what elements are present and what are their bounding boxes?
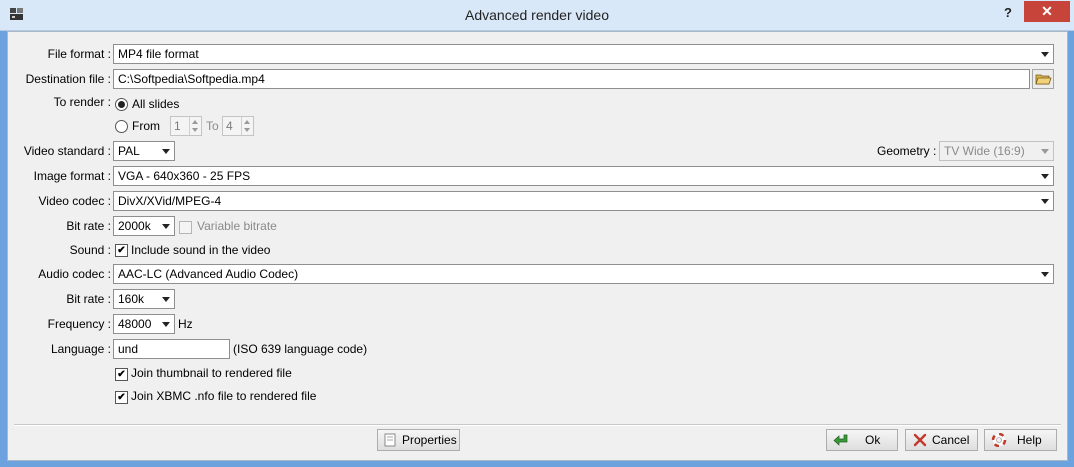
audio-bitrate-value: 160k (118, 292, 145, 306)
audio-codec-select[interactable]: AAC-LC (Advanced Audio Codec) (113, 264, 1054, 284)
ok-arrow-icon (833, 434, 848, 446)
video-standard-label: Video standard : (23, 144, 111, 158)
file-format-select[interactable]: MP4 file format (113, 44, 1054, 64)
frequency-unit: Hz (178, 317, 193, 331)
join-xbmc-label: Join XBMC .nfo file to rendered file (131, 389, 317, 403)
destination-label: Destination file : (25, 72, 111, 86)
cancel-label: Cancel (932, 433, 970, 447)
help-label: Help (1017, 433, 1042, 447)
chevron-down-icon (162, 297, 170, 302)
join-thumbnail-checkbox[interactable]: ✔ (115, 368, 128, 381)
join-xbmc-checkbox[interactable]: ✔ (115, 391, 128, 404)
variable-bitrate-checkbox[interactable] (179, 221, 192, 234)
video-codec-label: Video codec : (38, 194, 112, 208)
frequency-value: 48000 (118, 317, 152, 331)
video-codec-value: DivX/XVid/MPEG-4 (118, 194, 222, 208)
language-label: Language : (50, 342, 111, 356)
dialog-body: File format : MP4 file format Destinatio… (7, 31, 1068, 461)
ok-button[interactable]: Ok (826, 429, 898, 451)
include-sound-label: Include sound in the video (131, 243, 271, 257)
audio-codec-value: AAC-LC (Advanced Audio Codec) (118, 267, 299, 281)
to-render-label: To render : (53, 95, 111, 109)
to-spinner[interactable]: 4 (222, 116, 254, 136)
cancel-x-icon (913, 433, 927, 447)
image-format-value: VGA - 640x360 - 25 FPS (118, 169, 251, 183)
folder-open-icon (1035, 74, 1052, 85)
help-title-button[interactable]: ? (1000, 5, 1016, 23)
video-codec-select[interactable]: DivX/XVid/MPEG-4 (113, 191, 1054, 211)
frequency-label: Frequency : (47, 317, 111, 331)
geometry-value: TV Wide (16:9) (944, 144, 1025, 158)
to-label: To (206, 119, 219, 133)
video-bitrate-select[interactable]: 2000k (113, 216, 175, 236)
from-spinner-value: 1 (174, 119, 181, 133)
chevron-down-icon (1041, 149, 1049, 154)
all-slides-label: All slides (132, 97, 180, 111)
geometry-label: Geometry : (877, 144, 937, 158)
chevron-down-icon (1041, 272, 1049, 277)
image-format-select[interactable]: VGA - 640x360 - 25 FPS (113, 166, 1054, 186)
close-button[interactable]: ✕ (1024, 1, 1070, 22)
frequency-select[interactable]: 48000 (113, 314, 175, 334)
ok-label: Ok (865, 433, 881, 447)
to-spinner-value: 4 (226, 119, 233, 133)
help-lifebuoy-icon (991, 433, 1007, 447)
image-format-label: Image format : (33, 169, 111, 183)
chevron-down-icon (162, 322, 170, 327)
chevron-down-icon (1041, 199, 1049, 204)
video-standard-select[interactable]: PAL (113, 141, 175, 161)
from-spinner[interactable]: 1 (170, 116, 202, 136)
language-hint: (ISO 639 language code) (233, 342, 368, 356)
chevron-down-icon (162, 149, 170, 154)
window-title: Advanced render video (465, 7, 609, 23)
audio-bitrate-select[interactable]: 160k (113, 289, 175, 309)
video-bitrate-label: Bit rate : (66, 219, 111, 233)
properties-label: Properties (402, 433, 457, 447)
browse-button[interactable] (1032, 69, 1054, 89)
file-format-label: File format : (47, 47, 111, 61)
audio-bitrate-label: Bit rate : (66, 292, 111, 306)
file-format-value: MP4 file format (118, 47, 199, 61)
language-input[interactable]: und (113, 339, 230, 359)
cancel-button[interactable]: Cancel (905, 429, 978, 451)
properties-button[interactable]: Properties (377, 429, 460, 451)
geometry-select[interactable]: TV Wide (16:9) (939, 141, 1054, 161)
chevron-down-icon (162, 224, 170, 229)
from-label: From (132, 119, 160, 133)
separator (14, 424, 1061, 426)
video-bitrate-value: 2000k (118, 219, 151, 233)
sound-label: Sound : (69, 243, 111, 257)
destination-input[interactable]: C:\Softpedia\Softpedia.mp4 (113, 69, 1030, 89)
from-radio[interactable] (115, 120, 128, 133)
variable-bitrate-label: Variable bitrate (197, 219, 277, 233)
video-standard-value: PAL (118, 144, 140, 158)
audio-codec-label: Audio codec : (38, 267, 111, 281)
help-button[interactable]: Help (984, 429, 1057, 451)
join-thumbnail-label: Join thumbnail to rendered file (131, 366, 292, 380)
include-sound-checkbox[interactable]: ✔ (115, 244, 128, 257)
chevron-down-icon (1041, 174, 1049, 179)
properties-icon (384, 433, 396, 447)
all-slides-radio[interactable] (115, 98, 128, 111)
title-bar: Advanced render video ? ✕ (0, 0, 1074, 31)
chevron-down-icon (1041, 52, 1049, 57)
